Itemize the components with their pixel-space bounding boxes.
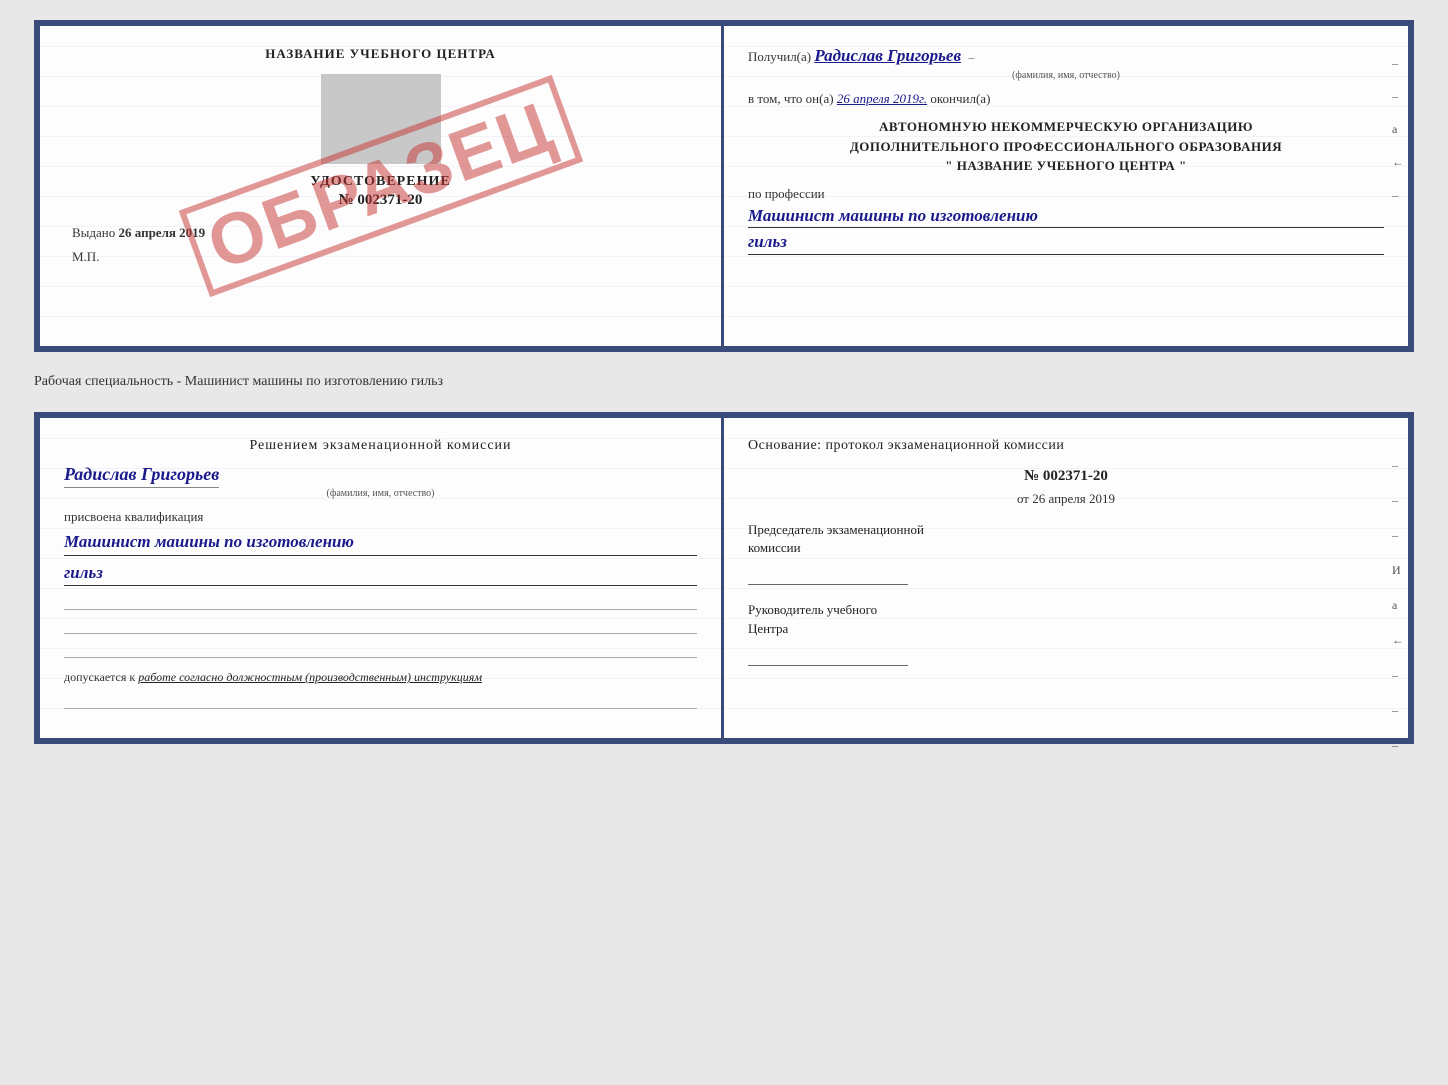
dash-after-name: – [968, 50, 974, 64]
poluchil-line: Получил(а) Радислав Григорьев – [748, 46, 1384, 66]
predsedatel-line1: Председатель экзаменационной [748, 521, 1384, 539]
bmark-3: – [1392, 528, 1404, 543]
middle-specialty-label: Рабочая специальность - Машинист машины … [34, 370, 1414, 394]
protocol-number: № 002371-20 [748, 468, 1384, 485]
top-right-panel: Получил(а) Радислав Григорьев – (фамилия… [724, 26, 1408, 346]
prisvoena-label: присвоена квалификация [64, 509, 697, 525]
profession-line2: гильз [748, 230, 1384, 255]
org-line-1: АВТОНОМНУЮ НЕКОММЕРЧЕСКУЮ ОРГАНИЗАЦИЮ [748, 117, 1384, 137]
bottom-fio-label: (фамилия, имя, отчество) [64, 488, 697, 499]
resheniem-title: Решением экзаменационной комиссии [64, 438, 697, 454]
predsedatel-block: Председатель экзаменационной комиссии [748, 521, 1384, 585]
bmark-4: – [1392, 668, 1404, 683]
rukovoditel-block: Руководитель учебного Центра [748, 601, 1384, 665]
vydano-label: Выдано [72, 225, 115, 240]
bottom-right-panel: Основание: протокол экзаменационной коми… [724, 418, 1408, 738]
line-3 [64, 642, 697, 658]
udostoverenie-block: УДОСТОВЕРЕНИЕ № 002371-20 [64, 174, 697, 209]
line-1 [64, 594, 697, 610]
org-block: АВТОНОМНУЮ НЕКОММЕРЧЕСКУЮ ОРГАНИЗАЦИЮ ДО… [748, 117, 1384, 176]
dopuskaetsya-text: работе согласно должностным (производств… [138, 670, 482, 684]
poluchil-prefix: Получил(а) [748, 49, 811, 64]
osnovanie-title: Основание: протокол экзаменационной коми… [748, 438, 1384, 454]
kvalf-line1: Машинист машины по изготовлению [64, 529, 697, 556]
kvalf-line2: гильз [64, 560, 697, 587]
bmark-6: – [1392, 738, 1404, 753]
predsedatel-sign-line [748, 561, 908, 585]
line-2 [64, 618, 697, 634]
poluchil-name: Радислав Григорьев [814, 46, 961, 65]
bmark-i: И [1392, 563, 1404, 578]
mark-a: а [1392, 122, 1404, 137]
bmark-1: – [1392, 458, 1404, 473]
okonchil-text: окончил(а) [930, 91, 990, 106]
bottom-name-block: Радислав Григорьев (фамилия, имя, отчест… [64, 464, 697, 499]
mark-3: – [1392, 188, 1404, 203]
photo-placeholder [321, 74, 441, 164]
fio-label-top: (фамилия, имя, отчество) [748, 70, 1384, 81]
bottom-name: Радислав Григорьев [64, 464, 219, 488]
rukovoditel-sign-line [748, 642, 908, 666]
vtom-line: в том, что он(а) 26 апреля 2019г. окончи… [748, 91, 1384, 107]
top-document: НАЗВАНИЕ УЧЕБНОГО ЦЕНТРА УДОСТОВЕРЕНИЕ №… [34, 20, 1414, 352]
po-professii-label: по профессии [748, 186, 1384, 202]
org-line-2: ДОПОЛНИТЕЛЬНОГО ПРОФЕССИОНАЛЬНОГО ОБРАЗО… [748, 137, 1384, 157]
mark-1: – [1392, 56, 1404, 71]
bmark-5: – [1392, 703, 1404, 718]
udost-number: № 002371-20 [64, 192, 697, 209]
ot-prefix: от [1017, 491, 1029, 506]
bmark-2: – [1392, 493, 1404, 508]
vydano-line: Выдано 26 апреля 2019 [64, 225, 697, 241]
dopuskaetsya-prefix: допускается к [64, 670, 135, 684]
mark-arrow: ← [1392, 155, 1404, 170]
line-4 [64, 693, 697, 709]
rukovoditel-line2: Центра [748, 620, 1384, 638]
vtom-date: 26 апреля 2019г. [837, 91, 927, 106]
top-left-title: НАЗВАНИЕ УЧЕБНОГО ЦЕНТРА [64, 46, 697, 62]
mp-line: М.П. [64, 249, 697, 265]
bottom-left-panel: Решением экзаменационной комиссии Радисл… [40, 418, 724, 738]
side-marks-bottom: – – – И а ← – – – [1392, 458, 1404, 753]
vtom-prefix: в том, что он(а) [748, 91, 834, 106]
side-marks-top: – – а ← – [1392, 56, 1404, 203]
udost-title: УДОСТОВЕРЕНИЕ [64, 174, 697, 190]
bmark-arrow: ← [1392, 633, 1404, 648]
ot-date: от 26 апреля 2019 [748, 491, 1384, 507]
bmark-a: а [1392, 598, 1404, 613]
mark-2: – [1392, 89, 1404, 104]
protocol-date: 26 апреля 2019 [1032, 491, 1115, 506]
vydano-date: 26 апреля 2019 [119, 225, 206, 240]
profession-line1: Машинист машины по изготовлению [748, 204, 1384, 229]
rukovoditel-line1: Руководитель учебного [748, 601, 1384, 619]
bottom-document: Решением экзаменационной комиссии Радисл… [34, 412, 1414, 744]
top-left-panel: НАЗВАНИЕ УЧЕБНОГО ЦЕНТРА УДОСТОВЕРЕНИЕ №… [40, 26, 724, 346]
org-line-3: " НАЗВАНИЕ УЧЕБНОГО ЦЕНТРА " [748, 156, 1384, 176]
predsedatel-line2: комиссии [748, 539, 1384, 557]
dopuskaetsya-line: допускается к работе согласно должностны… [64, 670, 697, 685]
